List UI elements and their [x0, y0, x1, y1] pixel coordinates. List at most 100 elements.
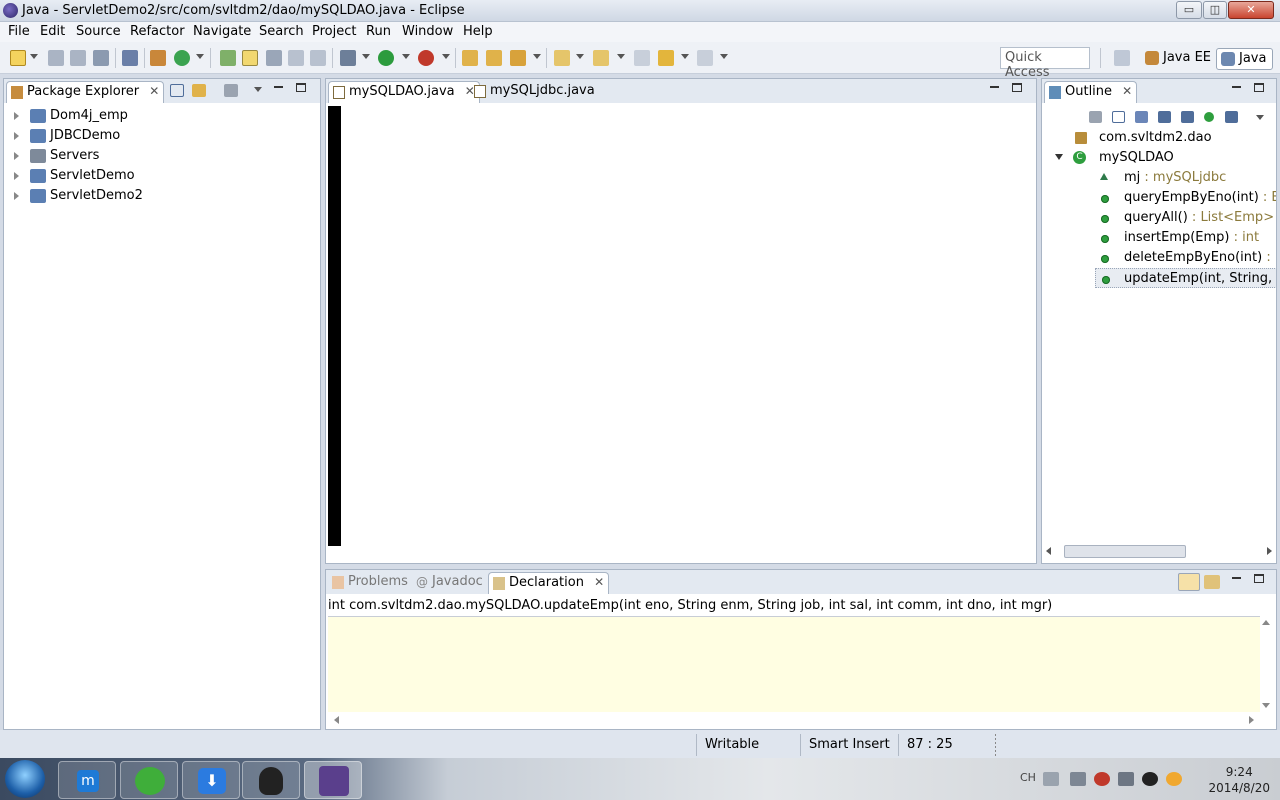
taskbar-app-green[interactable] — [120, 761, 178, 799]
scroll-up-icon[interactable] — [1262, 620, 1270, 625]
maximize-view-icon[interactable] — [1254, 83, 1264, 92]
skip-breakpoints-icon[interactable] — [122, 50, 138, 66]
outline-package-row[interactable]: com.svltdm2.dao — [1042, 128, 1276, 148]
maximize-view-icon[interactable] — [296, 83, 306, 92]
outline-member-row[interactable]: queryEmpByEno(int) : Emp — [1042, 188, 1276, 208]
horizontal-scrollbar[interactable] — [328, 714, 1260, 726]
hide-fields-icon[interactable] — [1158, 111, 1171, 123]
minimize-view-icon[interactable] — [274, 86, 283, 88]
debug-icon[interactable] — [340, 50, 356, 66]
volume-muted-icon[interactable] — [1094, 772, 1110, 786]
view-menu-icon[interactable] — [1256, 115, 1264, 120]
open-type-icon[interactable] — [220, 50, 236, 66]
new-icon[interactable] — [10, 50, 26, 66]
menu-project[interactable]: Project — [312, 24, 356, 39]
network-icon[interactable] — [1070, 772, 1086, 786]
outline-member-row-selected[interactable]: updateEmp(int, String, Stri — [1095, 268, 1276, 288]
taskbar-qq[interactable] — [242, 761, 300, 799]
new-package-icon[interactable] — [150, 50, 166, 66]
back-icon[interactable] — [658, 50, 674, 66]
scroll-left-icon[interactable] — [1046, 547, 1051, 555]
new-class-icon[interactable] — [174, 50, 190, 66]
taskbar-maxthon[interactable]: m — [58, 761, 116, 799]
back-dropdown-icon[interactable] — [681, 54, 689, 59]
external-tools-icon[interactable] — [418, 50, 434, 66]
perspective-java-ee[interactable]: Java EE — [1141, 48, 1217, 70]
open-perspective-icon[interactable] — [1114, 50, 1130, 66]
save-icon[interactable] — [48, 50, 64, 66]
search-icon[interactable] — [510, 50, 526, 66]
close-icon[interactable]: ✕ — [149, 84, 159, 98]
scrollbar-thumb[interactable] — [1064, 545, 1186, 558]
tab-mysqldao-java[interactable]: mySQLDAO.java ✕ — [328, 81, 480, 103]
outline-member-row[interactable]: mj : mySQLjdbc — [1042, 168, 1276, 188]
outline-member-row[interactable]: deleteEmpByEno(int) : int — [1042, 248, 1276, 268]
minimize-view-icon[interactable] — [1232, 577, 1241, 579]
taskbar-clock[interactable]: 9:24 2014/8/20 — [1208, 764, 1270, 796]
tab-mysqljdbc-java[interactable]: mySQLjdbc.java — [470, 81, 599, 103]
taskbar-download-manager[interactable]: ⬇ — [182, 761, 240, 799]
debug-dropdown-icon[interactable] — [362, 54, 370, 59]
menu-refactor[interactable]: Refactor — [130, 24, 185, 39]
previous-annotation-icon[interactable] — [593, 50, 609, 66]
hide-non-public-icon[interactable] — [1204, 112, 1214, 122]
sort-icon[interactable] — [1135, 111, 1148, 123]
tab-problems[interactable]: Problems — [328, 572, 412, 594]
save-all-icon[interactable] — [70, 50, 86, 66]
hide-static-icon[interactable] — [1181, 111, 1194, 123]
close-icon[interactable]: ✕ — [594, 575, 604, 589]
hide-local-types-icon[interactable] — [1225, 111, 1238, 123]
show-whitespace-icon[interactable] — [310, 50, 326, 66]
run-dropdown-icon[interactable] — [402, 54, 410, 59]
vertical-scrollbar[interactable] — [1260, 616, 1272, 712]
open-resource-icon[interactable] — [486, 50, 502, 66]
minimize-view-icon[interactable] — [990, 86, 999, 88]
forward-icon[interactable] — [697, 50, 713, 66]
menu-navigate[interactable]: Navigate — [193, 24, 251, 39]
next-annotation-dropdown-icon[interactable] — [576, 54, 584, 59]
outline-member-row[interactable]: insertEmp(Emp) : int — [1042, 228, 1276, 248]
next-annotation-icon[interactable] — [554, 50, 570, 66]
close-button[interactable]: ✕ — [1228, 1, 1274, 19]
qq-tray-icon[interactable] — [1142, 772, 1158, 786]
expand-icon[interactable] — [14, 132, 19, 140]
menu-help[interactable]: Help — [463, 24, 493, 39]
tab-javadoc[interactable]: @ Javadoc — [412, 572, 487, 594]
run-icon[interactable] — [378, 50, 394, 66]
toggle-mark-occurrences-icon[interactable] — [242, 50, 258, 66]
menu-search[interactable]: Search — [259, 24, 304, 39]
search-dropdown-icon[interactable] — [533, 54, 541, 59]
view-menu-icon[interactable] — [254, 87, 262, 92]
scroll-down-icon[interactable] — [1262, 703, 1270, 708]
scroll-right-icon[interactable] — [1249, 716, 1254, 724]
expand-icon[interactable] — [14, 152, 19, 160]
tab-package-explorer[interactable]: Package Explorer ✕ — [6, 81, 165, 103]
quick-access-input[interactable]: Quick Access — [1000, 47, 1090, 80]
ime-indicator[interactable]: CH — [1020, 771, 1036, 784]
expand-icon[interactable] — [14, 112, 19, 120]
expand-icon[interactable] — [14, 192, 19, 200]
horizontal-scrollbar[interactable] — [1046, 545, 1272, 559]
last-edit-location-icon[interactable] — [634, 50, 650, 66]
tab-declaration[interactable]: Declaration ✕ — [488, 572, 610, 594]
maximize-view-icon[interactable] — [1012, 83, 1022, 92]
collapse-all-icon[interactable] — [1112, 111, 1125, 123]
collapse-all-icon[interactable] — [170, 84, 184, 97]
new-class-dropdown-icon[interactable] — [196, 54, 204, 59]
perspective-java[interactable]: Java — [1216, 48, 1274, 70]
maximize-button[interactable]: ◫ — [1203, 1, 1227, 19]
outline-class-row[interactable]: C mySQLDAO — [1042, 148, 1276, 168]
new-dropdown-icon[interactable] — [30, 54, 38, 59]
open-folder-icon[interactable] — [462, 50, 478, 66]
open-input-icon[interactable] — [1204, 575, 1220, 589]
previous-annotation-dropdown-icon[interactable] — [617, 54, 625, 59]
outline-member-row[interactable]: queryAll() : List<Emp> — [1042, 208, 1276, 228]
maximize-view-icon[interactable] — [1254, 574, 1264, 583]
minimize-button[interactable]: ▭ — [1176, 1, 1202, 19]
collapse-icon[interactable] — [1055, 154, 1063, 160]
menu-file[interactable]: File — [8, 24, 30, 39]
filter-icon[interactable] — [224, 84, 238, 97]
taskbar-eclipse[interactable] — [304, 761, 362, 799]
minimize-view-icon[interactable] — [1232, 86, 1241, 88]
link-with-selection-icon[interactable] — [1178, 573, 1200, 591]
